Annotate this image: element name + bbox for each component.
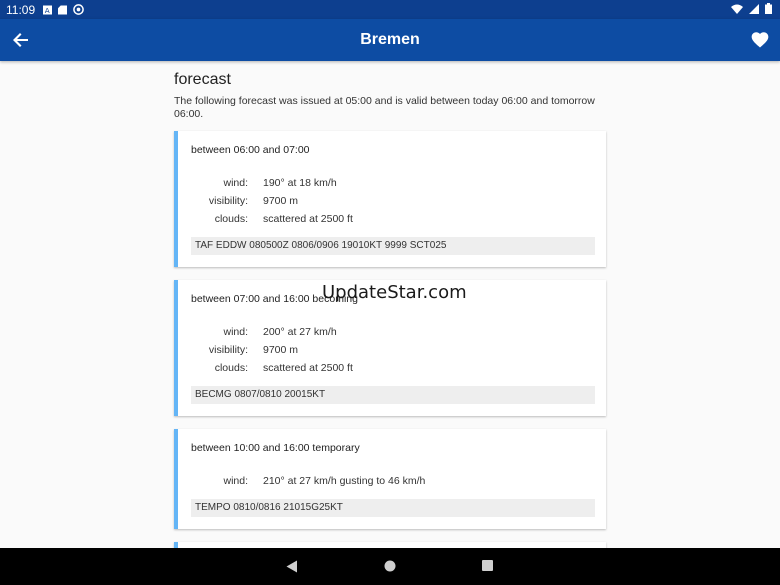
system-nav-bar xyxy=(0,548,780,585)
card-period: between 10:00 and 16:00 temporary xyxy=(191,442,360,454)
wifi-icon xyxy=(731,4,743,14)
a-icon: A xyxy=(43,5,53,15)
heart-icon[interactable] xyxy=(750,30,770,50)
row-value: scattered at 2500 ft xyxy=(263,362,353,374)
row-value: scattered at 2500 ft xyxy=(263,213,353,225)
app-bar: Bremen xyxy=(0,19,780,61)
raw-taf: BECMG 0807/0810 20015KT xyxy=(191,386,595,404)
raw-taf: TEMPO 0810/0816 21015G25KT xyxy=(191,499,595,517)
recents-square-icon[interactable] xyxy=(482,560,493,571)
row-label: wind: xyxy=(223,326,248,338)
card-period: between 06:00 and 07:00 xyxy=(191,144,310,156)
sync-icon xyxy=(73,4,84,15)
signal-icon xyxy=(749,3,759,14)
row-value: 9700 m xyxy=(263,344,299,356)
section-heading: forecast xyxy=(174,71,231,88)
home-circle-icon[interactable] xyxy=(384,560,396,572)
forecast-section: forecast The following forecast was issu… xyxy=(174,61,614,121)
svg-text:A: A xyxy=(45,6,50,15)
row-value: 210° at 27 km/h gusting to 46 km/h xyxy=(263,475,426,487)
forecast-intro: The following forecast was issued at 05:… xyxy=(174,95,595,120)
status-time: 11:09 xyxy=(6,2,36,17)
row-label: wind: xyxy=(223,177,248,189)
battery-icon xyxy=(765,3,772,14)
forecast-card: between 10:00 and 16:00 temporary wind: … xyxy=(174,429,606,529)
status-bar: 11:09 A xyxy=(0,0,780,19)
sd-card-icon xyxy=(58,5,68,14)
raw-taf: TAF EDDW 080500Z 0806/0906 19010KT 9999 … xyxy=(191,237,595,255)
row-value: 200° at 27 km/h xyxy=(263,326,337,338)
back-triangle-icon[interactable] xyxy=(286,560,298,573)
row-value: 9700 m xyxy=(263,195,299,207)
row-label: visibility: xyxy=(208,344,248,356)
row-label: wind: xyxy=(223,475,248,487)
forecast-card: between 06:00 and 07:00 wind: 190° at 18… xyxy=(174,131,606,267)
watermark: UpdateStar.com xyxy=(322,282,467,303)
row-label: clouds: xyxy=(214,213,248,225)
row-label: clouds: xyxy=(214,362,248,374)
arrow-back-icon[interactable] xyxy=(12,31,30,49)
row-value: 190° at 18 km/h xyxy=(263,177,337,189)
row-label: visibility: xyxy=(208,195,248,207)
page-title: Bremen xyxy=(360,31,420,48)
